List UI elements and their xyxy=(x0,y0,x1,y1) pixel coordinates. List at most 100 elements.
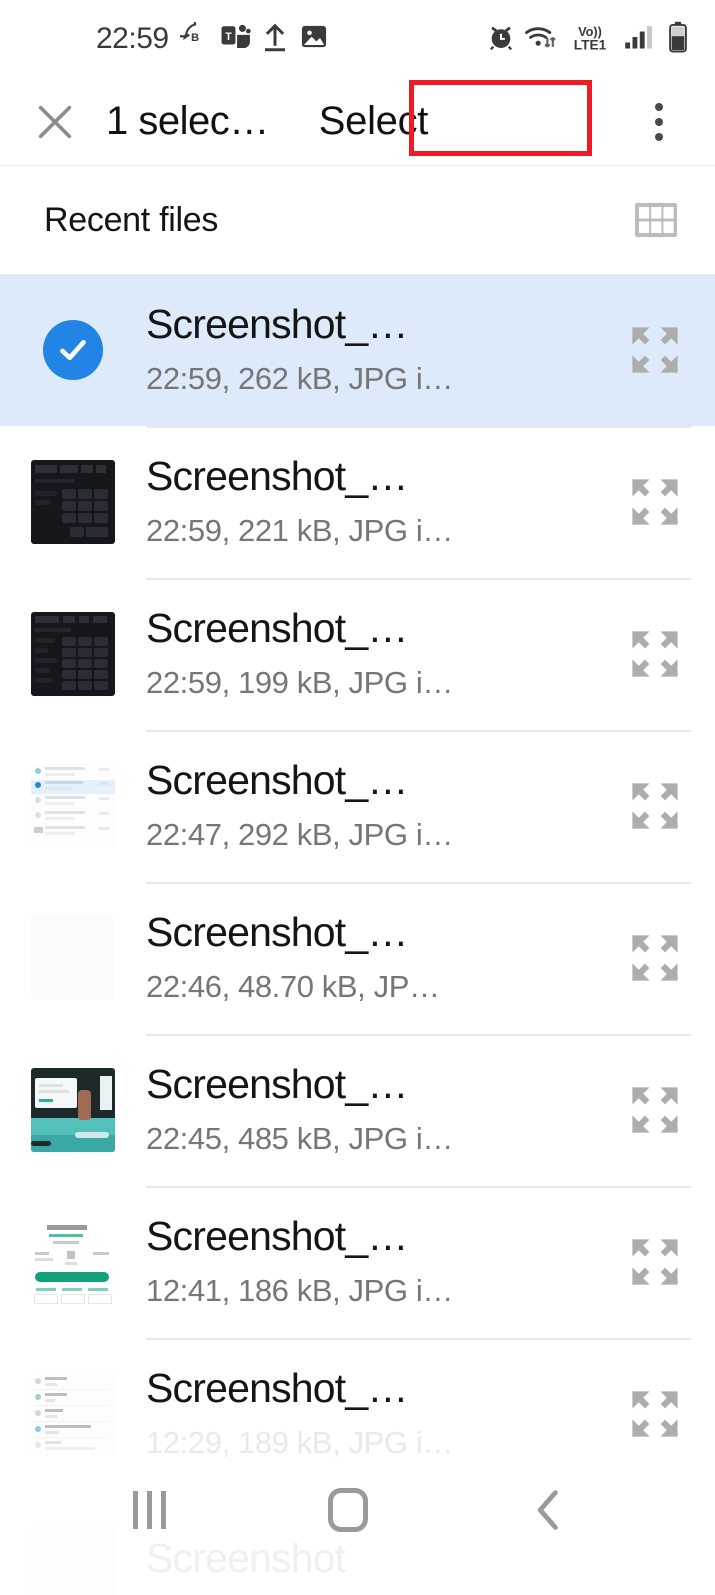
file-thumbnail xyxy=(31,460,115,544)
file-meta: 22:46, 48.70 kB, JP… xyxy=(146,968,440,1004)
home-icon[interactable] xyxy=(327,1488,368,1532)
file-meta: 22:45, 485 kB, JPG i… xyxy=(146,1120,453,1156)
file-thumbnail xyxy=(31,612,115,696)
file-name: Screenshot_… xyxy=(146,453,408,500)
recent-files-header: Recent files xyxy=(0,166,715,274)
expand-arrows-icon[interactable] xyxy=(595,625,715,683)
file-thumbnail xyxy=(31,916,115,1000)
row-divider xyxy=(146,1338,691,1340)
wifi-data-icon xyxy=(524,23,556,56)
row-text-column: Screenshot_… 22:46, 48.70 kB, JP… xyxy=(146,911,595,1004)
file-name: Screenshot_… xyxy=(146,909,408,956)
file-name: Screenshot_… xyxy=(146,1213,408,1260)
row-divider xyxy=(146,426,691,428)
row-divider xyxy=(146,1186,691,1188)
thumb-side-panel xyxy=(100,1076,112,1110)
chat-bubble-b-icon: B xyxy=(169,11,210,57)
file-name: Screenshot_… xyxy=(146,605,408,652)
file-thumbnail xyxy=(31,764,115,848)
back-icon[interactable] xyxy=(529,1488,569,1532)
table-row[interactable]: Screenshot_… 22:59, 199 kB, JPG i… xyxy=(0,578,715,730)
expand-arrows-icon[interactable] xyxy=(595,1081,715,1139)
row-leading-slot xyxy=(0,764,146,848)
volte-lte1-icon: Vo)) LTE1 xyxy=(565,22,615,57)
row-leading-slot xyxy=(0,1220,146,1304)
row-leading-slot xyxy=(0,320,146,380)
table-row[interactable]: Screenshot_… 22:47, 292 kB, JPG i… xyxy=(0,730,715,882)
kebab-dot-2 xyxy=(655,117,663,126)
file-name: Screenshot_… xyxy=(146,1061,408,1108)
row-leading-slot xyxy=(0,1372,146,1456)
kebab-dot-3 xyxy=(655,132,663,141)
row-text-column: Screenshot_… 12:41, 186 kB, JPG i… xyxy=(146,1215,595,1308)
file-meta: 12:29, 189 kB, JPG i… xyxy=(146,1424,453,1460)
file-thumbnail xyxy=(31,1068,115,1152)
table-row[interactable]: Screenshot_… 22:45, 485 kB, JPG i… xyxy=(0,1034,715,1186)
expand-arrows-icon[interactable] xyxy=(595,1233,715,1291)
svg-text:B: B xyxy=(191,31,199,43)
grid-view-icon[interactable] xyxy=(633,197,679,243)
recents-icon[interactable] xyxy=(133,1491,166,1529)
expand-arrows-icon[interactable] xyxy=(595,473,715,531)
file-picker-screen: 22:59 B T Vo)) LTE1 1 selec… Select Rece… xyxy=(0,0,715,1595)
row-divider xyxy=(146,578,691,580)
row-text-column: Screenshot_… 12:29, 189 kB, JPG i… xyxy=(146,1367,595,1460)
app-bar: 1 selec… Select xyxy=(0,78,715,166)
row-text-column: Screenshot_… 22:59, 262 kB, JPG i… xyxy=(146,303,595,396)
alarm-clock-icon xyxy=(487,23,515,56)
file-meta: 22:59, 221 kB, JPG i… xyxy=(146,512,453,548)
row-leading-slot xyxy=(0,1068,146,1152)
status-bar-clock: 22:59 xyxy=(96,22,169,55)
status-bar-right: Vo)) LTE1 xyxy=(487,21,689,58)
expand-arrows-icon[interactable] xyxy=(595,929,715,987)
row-leading-slot xyxy=(0,916,146,1000)
close-button[interactable] xyxy=(24,91,86,153)
file-thumbnail xyxy=(31,1220,115,1304)
file-meta: 22:47, 292 kB, JPG i… xyxy=(146,816,453,852)
file-name: Screenshot_… xyxy=(146,1365,408,1412)
status-bar: 22:59 B T Vo)) LTE1 xyxy=(0,0,715,78)
upload-arrow-icon xyxy=(262,22,288,57)
row-text-column: Screenshot_… 22:59, 221 kB, JPG i… xyxy=(146,455,595,548)
svg-text:T: T xyxy=(225,31,232,43)
expand-arrows-icon[interactable] xyxy=(595,1385,715,1443)
row-divider xyxy=(146,882,691,884)
file-name: Screenshot_… xyxy=(146,301,408,348)
table-row[interactable]: Screenshot_… 22:59, 221 kB, JPG i… xyxy=(0,426,715,578)
expand-arrows-icon[interactable] xyxy=(595,321,715,379)
recent-files-list: Screenshot_… 22:59, 262 kB, JPG i… Scree… xyxy=(0,274,715,1595)
recents-bar-3 xyxy=(161,1491,166,1529)
page-title: 1 selec… xyxy=(106,99,269,143)
thumb-person xyxy=(78,1090,91,1120)
table-row[interactable]: Screenshot_… 12:29, 189 kB, JPG i… xyxy=(0,1338,715,1490)
row-text-column: Screenshot_… 22:59, 199 kB, JPG i… xyxy=(146,607,595,700)
file-meta: 12:41, 186 kB, JPG i… xyxy=(146,1272,453,1308)
row-leading-slot xyxy=(0,612,146,696)
file-name: Screenshot_… xyxy=(146,757,408,804)
select-button[interactable]: Select xyxy=(305,91,442,152)
table-row[interactable]: Screenshot_… 12:41, 186 kB, JPG i… xyxy=(0,1186,715,1338)
thumb-dialog xyxy=(35,1078,77,1108)
more-options-icon[interactable] xyxy=(637,95,681,149)
teams-icon: T xyxy=(221,23,251,56)
svg-text:LTE1: LTE1 xyxy=(574,37,607,52)
file-meta: 22:59, 262 kB, JPG i… xyxy=(146,360,453,396)
table-row[interactable]: Screenshot_… 22:59, 262 kB, JPG i… xyxy=(0,274,715,426)
row-text-column: Screenshot xyxy=(146,1537,595,1594)
file-thumbnail xyxy=(31,1372,115,1456)
recents-bar-1 xyxy=(133,1491,138,1529)
file-name: Screenshot xyxy=(146,1535,346,1582)
status-bar-left: 22:59 B T xyxy=(96,11,329,57)
battery-icon xyxy=(667,21,689,58)
table-row[interactable]: Screenshot_… 22:46, 48.70 kB, JP… xyxy=(0,882,715,1034)
checkmark-icon[interactable] xyxy=(43,320,103,380)
recents-bar-2 xyxy=(147,1491,152,1529)
expand-arrows-icon[interactable] xyxy=(595,777,715,835)
row-text-column: Screenshot_… 22:45, 485 kB, JPG i… xyxy=(146,1063,595,1156)
row-leading-slot xyxy=(0,460,146,544)
row-divider xyxy=(146,730,691,732)
section-title: Recent files xyxy=(44,200,219,239)
row-leading-slot xyxy=(0,1524,146,1595)
signal-bars-icon xyxy=(624,23,658,56)
file-thumbnail xyxy=(31,1524,115,1595)
